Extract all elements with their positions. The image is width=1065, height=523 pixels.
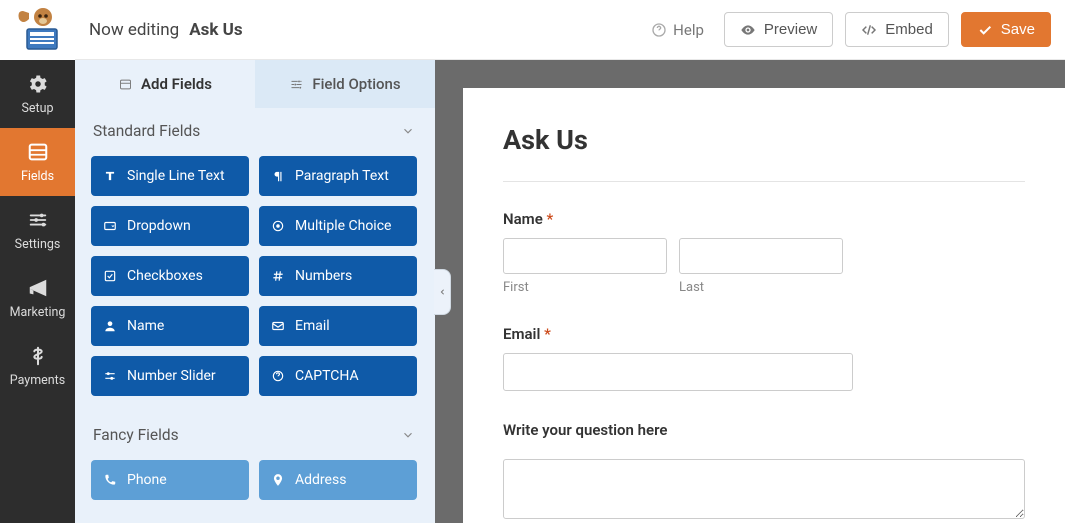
now-editing-label: Now editing — [89, 20, 179, 40]
field-checkboxes[interactable]: Checkboxes — [91, 256, 249, 296]
help-label: Help — [673, 21, 704, 39]
nav-payments[interactable]: Payments — [0, 332, 75, 400]
field-single-line-text[interactable]: Single Line Text — [91, 156, 249, 196]
email-label: Email * — [503, 325, 1025, 343]
form-name: Ask Us — [189, 20, 242, 40]
field-email[interactable]: Email — [259, 306, 417, 346]
form-title: Ask Us — [503, 124, 1025, 156]
divider — [503, 181, 1025, 182]
tab-add-fields-label: Add Fields — [141, 75, 212, 93]
nav-marketing-label: Marketing — [10, 305, 66, 320]
preview-button[interactable]: Preview — [724, 12, 833, 47]
field-address[interactable]: Address — [259, 460, 417, 500]
fields-panel: Add Fields Field Options Standard Fields… — [75, 60, 435, 523]
first-name-input[interactable] — [503, 238, 667, 274]
name-label: Name * — [503, 210, 1025, 228]
save-label: Save — [1001, 21, 1035, 38]
tab-field-options[interactable]: Field Options — [255, 60, 435, 108]
nav-settings[interactable]: Settings — [0, 196, 75, 264]
form-canvas: Ask Us Name * First Last Email * Write y… — [463, 88, 1065, 523]
save-button[interactable]: Save — [961, 12, 1051, 47]
tab-add-fields[interactable]: Add Fields — [75, 60, 255, 108]
chevron-down-icon — [401, 428, 415, 442]
field-dropdown[interactable]: Dropdown — [91, 206, 249, 246]
nav-marketing[interactable]: Marketing — [0, 264, 75, 332]
chevron-left-icon — [438, 285, 447, 299]
nav-fields[interactable]: Fields — [0, 128, 75, 196]
last-name-input[interactable] — [679, 238, 843, 274]
section-fancy-title: Fancy Fields — [93, 426, 179, 444]
help-button[interactable]: Help — [651, 21, 704, 39]
section-fancy-fields[interactable]: Fancy Fields — [75, 412, 433, 452]
panel-scroll[interactable]: Standard Fields Single Line Text Paragra… — [75, 108, 435, 523]
nav-settings-label: Settings — [15, 237, 61, 252]
preview-label: Preview — [764, 21, 817, 38]
tab-field-options-label: Field Options — [312, 75, 400, 93]
field-phone[interactable]: Phone — [91, 460, 249, 500]
section-standard-fields[interactable]: Standard Fields — [75, 108, 433, 148]
field-captcha[interactable]: CAPTCHA — [259, 356, 417, 396]
collapse-panel-button[interactable] — [434, 269, 451, 315]
field-name[interactable]: Name — [91, 306, 249, 346]
nav-setup-label: Setup — [21, 101, 53, 116]
logo — [0, 0, 75, 60]
sidebar: Setup Fields Settings Marketing Payments — [0, 0, 75, 523]
last-name-sublabel: Last — [679, 280, 843, 295]
section-standard-title: Standard Fields — [93, 122, 200, 140]
chevron-down-icon — [401, 124, 415, 138]
field-multiple-choice[interactable]: Multiple Choice — [259, 206, 417, 246]
first-name-sublabel: First — [503, 280, 667, 295]
question-textarea[interactable] — [503, 459, 1025, 519]
nav-payments-label: Payments — [10, 373, 65, 388]
embed-button[interactable]: Embed — [845, 12, 949, 47]
nav-fields-label: Fields — [21, 169, 54, 184]
embed-label: Embed — [885, 21, 933, 38]
field-number-slider[interactable]: Number Slider — [91, 356, 249, 396]
field-numbers[interactable]: Numbers — [259, 256, 417, 296]
email-input[interactable] — [503, 353, 853, 391]
canvas-area: Ask Us Name * First Last Email * Write y… — [435, 60, 1065, 523]
question-label: Write your question here — [503, 421, 1025, 439]
header: Now editing Ask Us Help Preview Embed Sa… — [75, 0, 1065, 60]
field-paragraph-text[interactable]: Paragraph Text — [259, 156, 417, 196]
nav-setup[interactable]: Setup — [0, 60, 75, 128]
